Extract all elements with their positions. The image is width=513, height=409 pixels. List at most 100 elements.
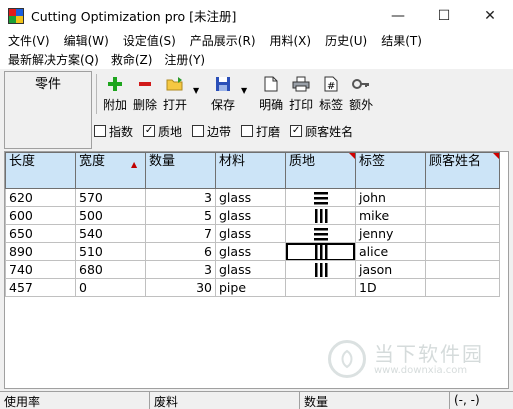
print-button[interactable]: 打印 [289,74,313,113]
table-row[interactable]: 740 680 3 glass jason [5,260,500,279]
cell-material[interactable]: glass [215,188,286,207]
cell-material[interactable]: glass [215,260,286,279]
minimize-button[interactable]: — [375,0,421,31]
cell-label[interactable]: 1D [355,278,426,297]
checkbox-grain-box[interactable]: ✓ [143,125,156,137]
menu-materials[interactable]: 用料(X) [266,32,316,49]
checkbox-index-box[interactable] [94,125,106,137]
cell-width[interactable]: 500 [75,206,146,225]
cell-quantity[interactable]: 30 [145,278,216,297]
menu-results[interactable]: 结果(T) [377,32,426,49]
checkbox-customer-name[interactable]: ✓ 顾客姓名 [290,123,353,140]
cell-customer[interactable] [425,242,500,261]
menu-settings[interactable]: 设定值(S) [119,32,180,49]
menu-product-display[interactable]: 产品展示(R) [186,32,260,49]
checkbox-customer-name-box[interactable]: ✓ [290,125,303,137]
extra-button[interactable]: 额外 [349,74,373,113]
cell-label[interactable]: jenny [355,224,426,243]
watermark-logo-icon [328,340,366,378]
cell-grain[interactable] [285,260,356,279]
delete-button[interactable]: 删除 [133,74,157,113]
hash-document-icon: # [321,74,341,94]
cell-quantity[interactable]: 5 [145,206,216,225]
checkbox-polish[interactable]: 打磨 [241,123,280,140]
cell-width[interactable]: 0 [75,278,146,297]
cell-grain[interactable] [285,278,356,297]
cell-label[interactable]: jason [355,260,426,279]
cell-label[interactable]: john [355,188,426,207]
cell-material[interactable]: glass [215,224,286,243]
menu-history[interactable]: 历史(U) [321,32,371,49]
grain-vertical-icon [287,262,355,278]
cell-quantity[interactable]: 6 [145,242,216,261]
add-label: 附加 [103,98,128,112]
table-row[interactable]: 890 510 6 glass alice [5,242,500,261]
cell-grain[interactable] [285,188,356,207]
cell-quantity[interactable]: 7 [145,224,216,243]
cell-customer[interactable] [425,206,500,225]
cell-customer[interactable] [425,224,500,243]
checkbox-index-label: 指数 [109,124,134,139]
checkbox-grain-label: 质地 [158,124,183,139]
column-header-grain[interactable]: 质地 [285,152,356,189]
cell-quantity[interactable]: 3 [145,260,216,279]
save-button[interactable]: 保存 [211,74,235,113]
column-header-quantity[interactable]: 数量 [145,152,216,189]
cell-label[interactable]: mike [355,206,426,225]
save-dropdown-arrow-icon[interactable]: ▼ [239,80,249,100]
grain-horizontal-icon [287,190,355,206]
menu-help[interactable]: 救命(Z) [107,51,157,68]
checkbox-grain[interactable]: ✓ 质地 [143,123,182,140]
checkbox-index[interactable]: 指数 [94,123,133,140]
menu-file[interactable]: 文件(V) [4,32,54,49]
cell-width[interactable]: 540 [75,224,146,243]
detail-button[interactable]: 明确 [259,74,283,113]
cell-length[interactable]: 650 [5,224,76,243]
watermark-text: 当下软件园 [374,341,484,366]
status-quantity: 数量 [300,392,450,409]
checkbox-edge-band[interactable]: 边带 [192,123,231,140]
column-header-width[interactable]: 宽度 ▲ [75,152,146,189]
open-dropdown-arrow-icon[interactable]: ▼ [191,80,201,100]
cell-length[interactable]: 620 [5,188,76,207]
cell-material[interactable]: glass [215,206,286,225]
checkbox-polish-box[interactable] [241,125,254,137]
add-button[interactable]: 附加 [103,74,127,113]
cell-length[interactable]: 740 [5,260,76,279]
cell-material[interactable]: glass [215,242,286,261]
cell-width[interactable]: 510 [75,242,146,261]
column-header-customer[interactable]: 顾客姓名 [425,152,500,189]
cell-grain[interactable] [285,242,356,261]
cell-customer[interactable] [425,278,500,297]
table-row[interactable]: 457 0 30 pipe 1D [5,278,500,297]
table-row[interactable]: 650 540 7 glass jenny [5,224,500,243]
cell-length[interactable]: 457 [5,278,76,297]
cell-length[interactable]: 600 [5,206,76,225]
menu-edit[interactable]: 编辑(W) [60,32,113,49]
menu-latest-solution[interactable]: 最新解决方案(Q) [4,51,103,68]
cell-length[interactable]: 890 [5,242,76,261]
menu-register[interactable]: 注册(Y) [160,51,209,68]
column-header-material[interactable]: 材料 [215,152,286,189]
cell-material[interactable]: pipe [215,278,286,297]
column-header-length[interactable]: 长度 [5,152,76,189]
cell-customer[interactable] [425,188,500,207]
save-label: 保存 [211,98,236,112]
close-button[interactable]: ✕ [467,0,513,31]
maximize-button[interactable]: ☐ [421,0,467,31]
cell-customer[interactable] [425,260,500,279]
open-button[interactable]: 打开 [163,74,187,113]
table-row[interactable]: 620 570 3 glass john [5,188,500,207]
cell-quantity[interactable]: 3 [145,188,216,207]
watermark-url: www.downxia.com [374,364,468,376]
column-header-label[interactable]: 标签 [355,152,426,189]
cell-width[interactable]: 680 [75,260,146,279]
cell-grain[interactable] [285,224,356,243]
label-button[interactable]: # 标签 [319,74,343,113]
cell-grain[interactable] [285,206,356,225]
column-options: 指数 ✓ 质地 边带 打磨 ✓ 顾客姓名 [94,122,363,140]
cell-width[interactable]: 570 [75,188,146,207]
checkbox-edge-band-box[interactable] [192,125,205,137]
cell-label[interactable]: alice [355,242,426,261]
table-row[interactable]: 600 500 5 glass mike [5,206,500,225]
